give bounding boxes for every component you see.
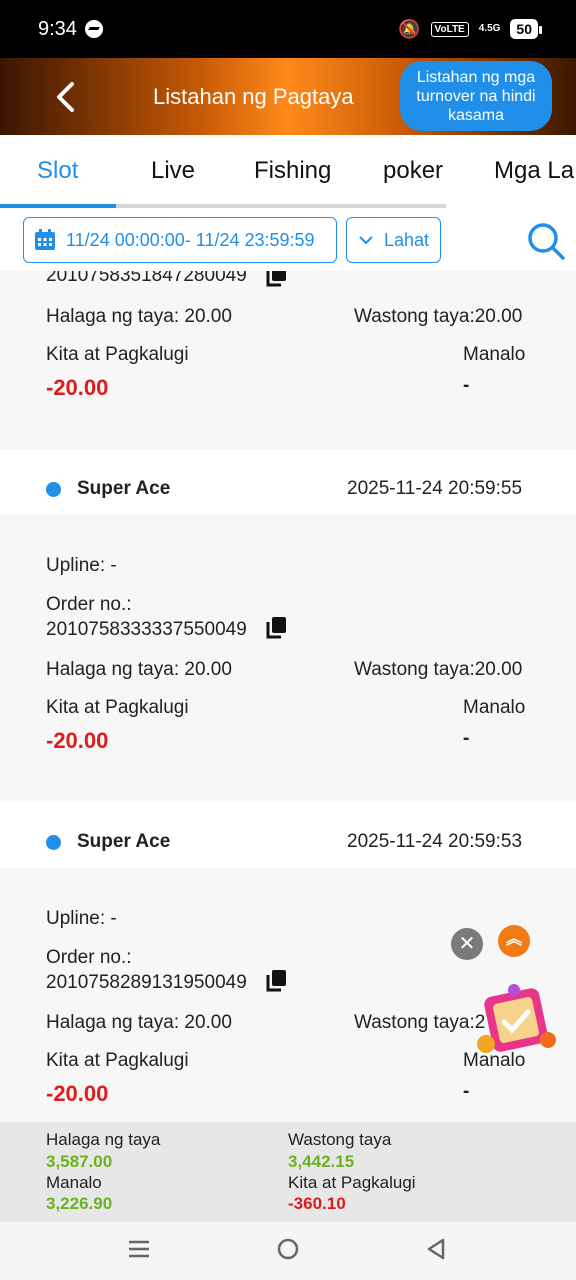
list-item: 201075835184728004​9 Halaga ng taya: 20.…	[0, 271, 576, 431]
win-label: Manalo	[463, 344, 526, 365]
valid-bet: Wastong taya:2	[354, 1012, 486, 1033]
type-filter-dropdown[interactable]: Lahat	[346, 217, 441, 263]
tab-fishing[interactable]: Fishing	[254, 157, 331, 185]
record-header: Super Ace 2025-11-24 20:59:55	[0, 449, 576, 515]
game-name: Super Ace	[77, 478, 171, 499]
type-filter-label: Lahat	[383, 229, 430, 250]
scroll-top-button[interactable]: ︽	[498, 925, 530, 957]
excluded-turnover-button[interactable]: Listahan ng mga turnover na hindi kasama	[400, 61, 552, 131]
tab-more[interactable]: Mga La	[494, 157, 574, 185]
bell-muted-icon: 🔕	[398, 18, 421, 39]
tab-poker[interactable]: poker	[383, 157, 443, 185]
profit-value: -20.00	[46, 375, 109, 400]
status-dot	[46, 835, 61, 850]
tab-slot[interactable]: Slot	[37, 157, 78, 185]
order-number: 2010758289131950049	[46, 972, 247, 993]
status-bar: 9:34 🔕 VoLTE 4.5G 50	[0, 0, 576, 58]
win-value: -	[463, 1081, 470, 1102]
bet-amount: Halaga ng taya: 20.00	[46, 659, 232, 680]
summary-valid-label: Wastong taya	[288, 1130, 392, 1149]
valid-bet: Wastong taya:20.00	[354, 306, 523, 327]
summary-bet-value: 3,587.00	[46, 1152, 113, 1171]
win-label: Manalo	[463, 697, 526, 718]
close-float-button[interactable]: ✕	[451, 928, 483, 960]
home-icon[interactable]	[277, 1238, 299, 1260]
back-arrow-icon[interactable]	[52, 80, 82, 114]
summary-bet-label: Halaga ng taya	[46, 1130, 161, 1149]
bet-datetime: 2025-11-24 20:59:53	[347, 831, 523, 852]
profit-label: Kita at Pagkalugi	[46, 697, 189, 718]
summary-win-value: 3,226.90	[46, 1194, 113, 1213]
back-nav-icon[interactable]	[426, 1238, 446, 1260]
app-header: Listahan ng Pagtaya Listahan ng mga turn…	[0, 58, 576, 135]
bet-amount: Halaga ng taya: 20.00	[46, 306, 232, 327]
list-item: Upline: - Order no.: 2010758333337550049…	[0, 515, 576, 783]
chevron-down-icon	[359, 236, 373, 245]
date-range-picker[interactable]: 11/24 00:00:00- 11/24 23:59:59	[23, 217, 337, 263]
signal-icon: 4.5G	[478, 23, 501, 34]
summary-win-label: Manalo	[46, 1173, 102, 1192]
order-label: Order no.:	[46, 594, 132, 615]
filter-bar: 11/24 00:00:00- 11/24 23:59:59 Lahat	[0, 211, 576, 271]
win-value: -	[463, 728, 470, 749]
profit-label: Kita at Pagkalugi	[46, 1050, 189, 1071]
profit-label: Kita at Pagkalugi	[46, 344, 189, 365]
summary-profit-label: Kita at Pagkalugi	[288, 1173, 416, 1192]
upline: Upline: -	[46, 908, 117, 929]
game-name: Super Ace	[77, 831, 171, 852]
record-header: Super Ace 2025-11-24 20:59:53	[0, 802, 576, 868]
messenger-icon	[84, 20, 103, 38]
bet-amount: Halaga ng taya: 20.00	[46, 1012, 232, 1033]
win-value: -	[463, 375, 470, 396]
page-title: Listahan ng Pagtaya	[153, 84, 354, 109]
order-number: 2010758333337550049	[46, 619, 247, 640]
system-nav-bar	[0, 1222, 576, 1280]
copy-icon[interactable]	[266, 617, 286, 639]
clock: 9:34	[38, 17, 77, 40]
upline: Upline: -	[46, 555, 117, 576]
summary-panel: Halaga ng taya 3,587.00 Manalo 3,226.90 …	[0, 1122, 576, 1222]
valid-bet: Wastong taya:20.00	[354, 659, 523, 680]
summary-valid-value: 3,442.15	[288, 1152, 355, 1171]
category-tabs: Slot Live Fishing poker Mga La	[0, 135, 576, 211]
copy-icon[interactable]	[266, 271, 286, 287]
order-label: Order no.:	[46, 947, 132, 968]
battery-icon: 50	[510, 19, 542, 39]
copy-icon[interactable]	[266, 970, 286, 992]
search-icon[interactable]	[526, 221, 566, 261]
profit-value: -20.00	[46, 728, 109, 753]
recent-apps-icon[interactable]	[128, 1238, 150, 1260]
calendar-icon	[35, 229, 55, 250]
tab-active-indicator	[0, 204, 116, 208]
volte-badge: VoLTE	[430, 21, 469, 37]
order-number: 201075835184728004​9	[46, 271, 247, 286]
profit-value: -20.00	[46, 1081, 109, 1106]
tab-live[interactable]: Live	[151, 157, 195, 185]
summary-profit-value: -360.10	[288, 1194, 346, 1213]
promo-gift-icon[interactable]	[474, 978, 560, 1058]
date-range-text: 11/24 00:00:00- 11/24 23:59:59	[66, 229, 315, 250]
bet-datetime: 2025-11-24 20:59:55	[347, 478, 523, 499]
status-dot	[46, 482, 61, 497]
